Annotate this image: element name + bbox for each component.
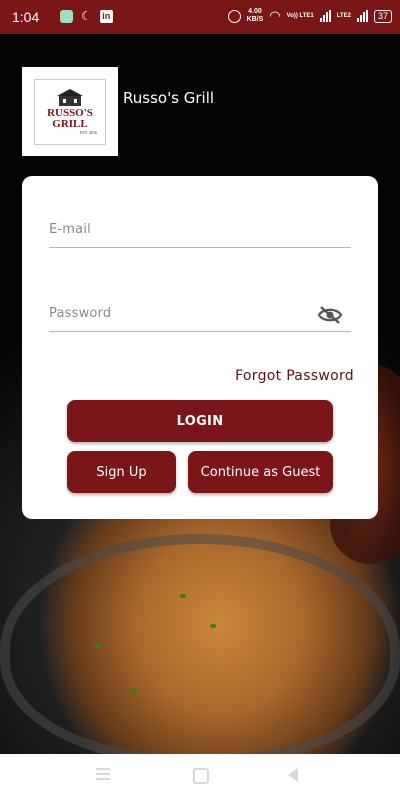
herb-fleck	[180, 594, 186, 598]
volte-indicator-2: LTE2	[337, 13, 351, 20]
password-placeholder: Password	[49, 306, 112, 321]
recent-apps-icon[interactable]	[96, 768, 110, 783]
restaurant-name: Russo's Grill	[123, 89, 215, 107]
volte-indicator: Vo)) LTE1	[287, 13, 314, 20]
volte-top: Vo)) LTE1	[286, 12, 314, 19]
linkedin-icon: in	[99, 10, 113, 23]
status-time: 1:04	[12, 9, 40, 25]
system-nav-bar	[0, 754, 400, 800]
email-placeholder: E-mail	[49, 222, 91, 237]
speed-unit: KB/S	[246, 16, 264, 23]
speed-value: 4.00	[248, 8, 262, 15]
logo-frame: RUSSO'S GRILL EST. 2016	[34, 78, 106, 145]
notification-icons: ☾ in	[60, 10, 113, 23]
logo-line-2: GRILL	[52, 118, 88, 130]
forgot-password-link[interactable]: Forgot Password	[235, 368, 354, 384]
signal-icon-2	[356, 10, 368, 22]
password-field[interactable]: Password	[49, 306, 351, 334]
herb-fleck	[210, 624, 216, 628]
whatsapp-icon	[60, 10, 73, 23]
login-button[interactable]: LOGIN	[67, 400, 333, 442]
network-speed: 4.00 KB/S	[247, 8, 264, 24]
signal-icon	[319, 10, 331, 22]
continue-as-guest-button[interactable]: Continue as Guest	[188, 451, 333, 493]
system-icons: 4.00 KB/S ◠ Vo)) LTE1 LTE2 37	[227, 8, 392, 24]
email-underline	[49, 247, 351, 248]
wifi-icon: ◠	[269, 8, 281, 24]
home-icon[interactable]	[193, 768, 209, 784]
eye-off-icon[interactable]	[317, 304, 343, 326]
herb-fleck	[95, 644, 101, 648]
house-icon	[57, 89, 83, 106]
login-card: E-mail Password Forgot Password LOGIN Si…	[22, 176, 378, 519]
pan-shape	[0, 534, 400, 764]
herb-fleck	[130, 689, 136, 693]
email-field[interactable]: E-mail	[49, 222, 351, 250]
restaurant-logo: RUSSO'S GRILL EST. 2016	[22, 67, 118, 156]
logo-est: EST. 2016	[80, 130, 97, 135]
signup-button[interactable]: Sign Up	[67, 451, 176, 493]
password-underline	[49, 331, 351, 332]
volte-bottom: LTE2	[336, 12, 351, 19]
back-icon[interactable]	[288, 768, 298, 782]
battery-icon: 37	[373, 9, 392, 23]
alarm-icon	[227, 9, 241, 23]
moon-icon: ☾	[81, 9, 92, 23]
status-bar: 1:04 ☾ in 4.00 KB/S ◠ Vo)) LTE1 LTE2 37	[0, 0, 400, 34]
